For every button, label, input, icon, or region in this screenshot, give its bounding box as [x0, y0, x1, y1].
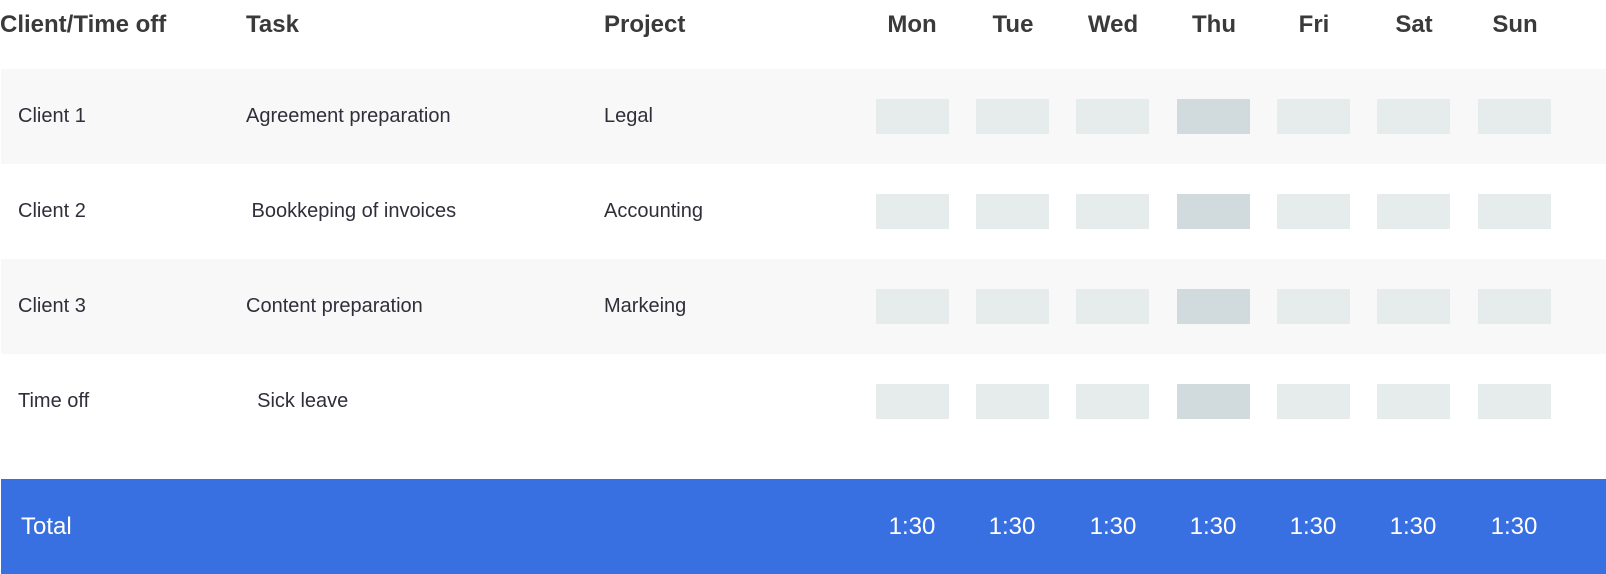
time-input-sat[interactable]	[1377, 384, 1450, 419]
total-fri: 1:30	[1289, 513, 1337, 540]
total-sun: 1:30	[1490, 513, 1538, 540]
time-input-sat[interactable]	[1377, 289, 1450, 324]
total-row: Total 1:30 1:30 1:30 1:30 1:30 1:30 1:30	[1, 479, 1606, 574]
time-input-sun[interactable]	[1478, 289, 1551, 324]
time-input-sun[interactable]	[1478, 99, 1551, 134]
total-tue: 1:30	[988, 513, 1036, 540]
table-row: Client 3 Content preparation Markeing	[1, 259, 1606, 354]
project-name: Legal	[604, 105, 653, 127]
header-day-tue: Tue	[992, 11, 1034, 38]
time-input-fri[interactable]	[1277, 289, 1350, 324]
time-input-sun[interactable]	[1478, 384, 1551, 419]
time-input-sat[interactable]	[1377, 99, 1450, 134]
header-task: Task	[246, 11, 299, 38]
header-project: Project	[604, 11, 686, 38]
time-input-thu[interactable]	[1177, 99, 1250, 134]
client-name: Client 2	[18, 200, 86, 222]
total-label: Total	[21, 513, 72, 540]
total-wed: 1:30	[1089, 513, 1137, 540]
task-name: Agreement preparation	[246, 105, 451, 127]
time-input-wed[interactable]	[1076, 194, 1149, 229]
total-thu: 1:30	[1189, 513, 1237, 540]
total-mon: 1:30	[888, 513, 936, 540]
header-day-sat: Sat	[1395, 11, 1433, 38]
time-input-sun[interactable]	[1478, 194, 1551, 229]
time-input-thu[interactable]	[1177, 384, 1250, 419]
table-row: Client 2 Bookkeping of invoices Accounti…	[1, 164, 1606, 259]
time-input-mon[interactable]	[876, 289, 949, 324]
table-row: Time off Sick leave	[1, 354, 1606, 449]
time-input-wed[interactable]	[1076, 384, 1149, 419]
time-input-fri[interactable]	[1277, 99, 1350, 134]
time-input-fri[interactable]	[1277, 384, 1350, 419]
header-day-wed: Wed	[1087, 11, 1139, 38]
client-name: Client 3	[18, 295, 86, 317]
table-row: Client 1 Agreement preparation Legal	[1, 69, 1606, 164]
time-input-tue[interactable]	[976, 384, 1049, 419]
table-header: Client/Time off Task Project Mon Tue Wed…	[0, 0, 1606, 69]
time-input-mon[interactable]	[876, 99, 949, 134]
time-input-wed[interactable]	[1076, 99, 1149, 134]
time-input-wed[interactable]	[1076, 289, 1149, 324]
project-name: Accounting	[604, 200, 703, 222]
time-input-fri[interactable]	[1277, 194, 1350, 229]
client-name: Client 1	[18, 105, 86, 127]
time-input-tue[interactable]	[976, 99, 1049, 134]
client-name: Time off	[18, 390, 90, 412]
time-input-thu[interactable]	[1177, 194, 1250, 229]
task-name: Bookkeping of invoices	[246, 200, 457, 222]
header-client: Client/Time off	[0, 11, 167, 38]
time-input-thu[interactable]	[1177, 289, 1250, 324]
time-input-tue[interactable]	[976, 194, 1049, 229]
header-day-thu: Thu	[1192, 11, 1236, 38]
project-name: Markeing	[604, 295, 687, 317]
time-input-sat[interactable]	[1377, 194, 1450, 229]
time-input-mon[interactable]	[876, 194, 949, 229]
task-name: Sick leave	[246, 390, 349, 412]
time-input-tue[interactable]	[976, 289, 1049, 324]
header-day-fri: Fri	[1298, 11, 1330, 38]
header-day-mon: Mon	[887, 11, 937, 38]
header-day-sun: Sun	[1492, 11, 1538, 38]
total-sat: 1:30	[1389, 513, 1437, 540]
time-input-mon[interactable]	[876, 384, 949, 419]
task-name: Content preparation	[246, 295, 423, 317]
